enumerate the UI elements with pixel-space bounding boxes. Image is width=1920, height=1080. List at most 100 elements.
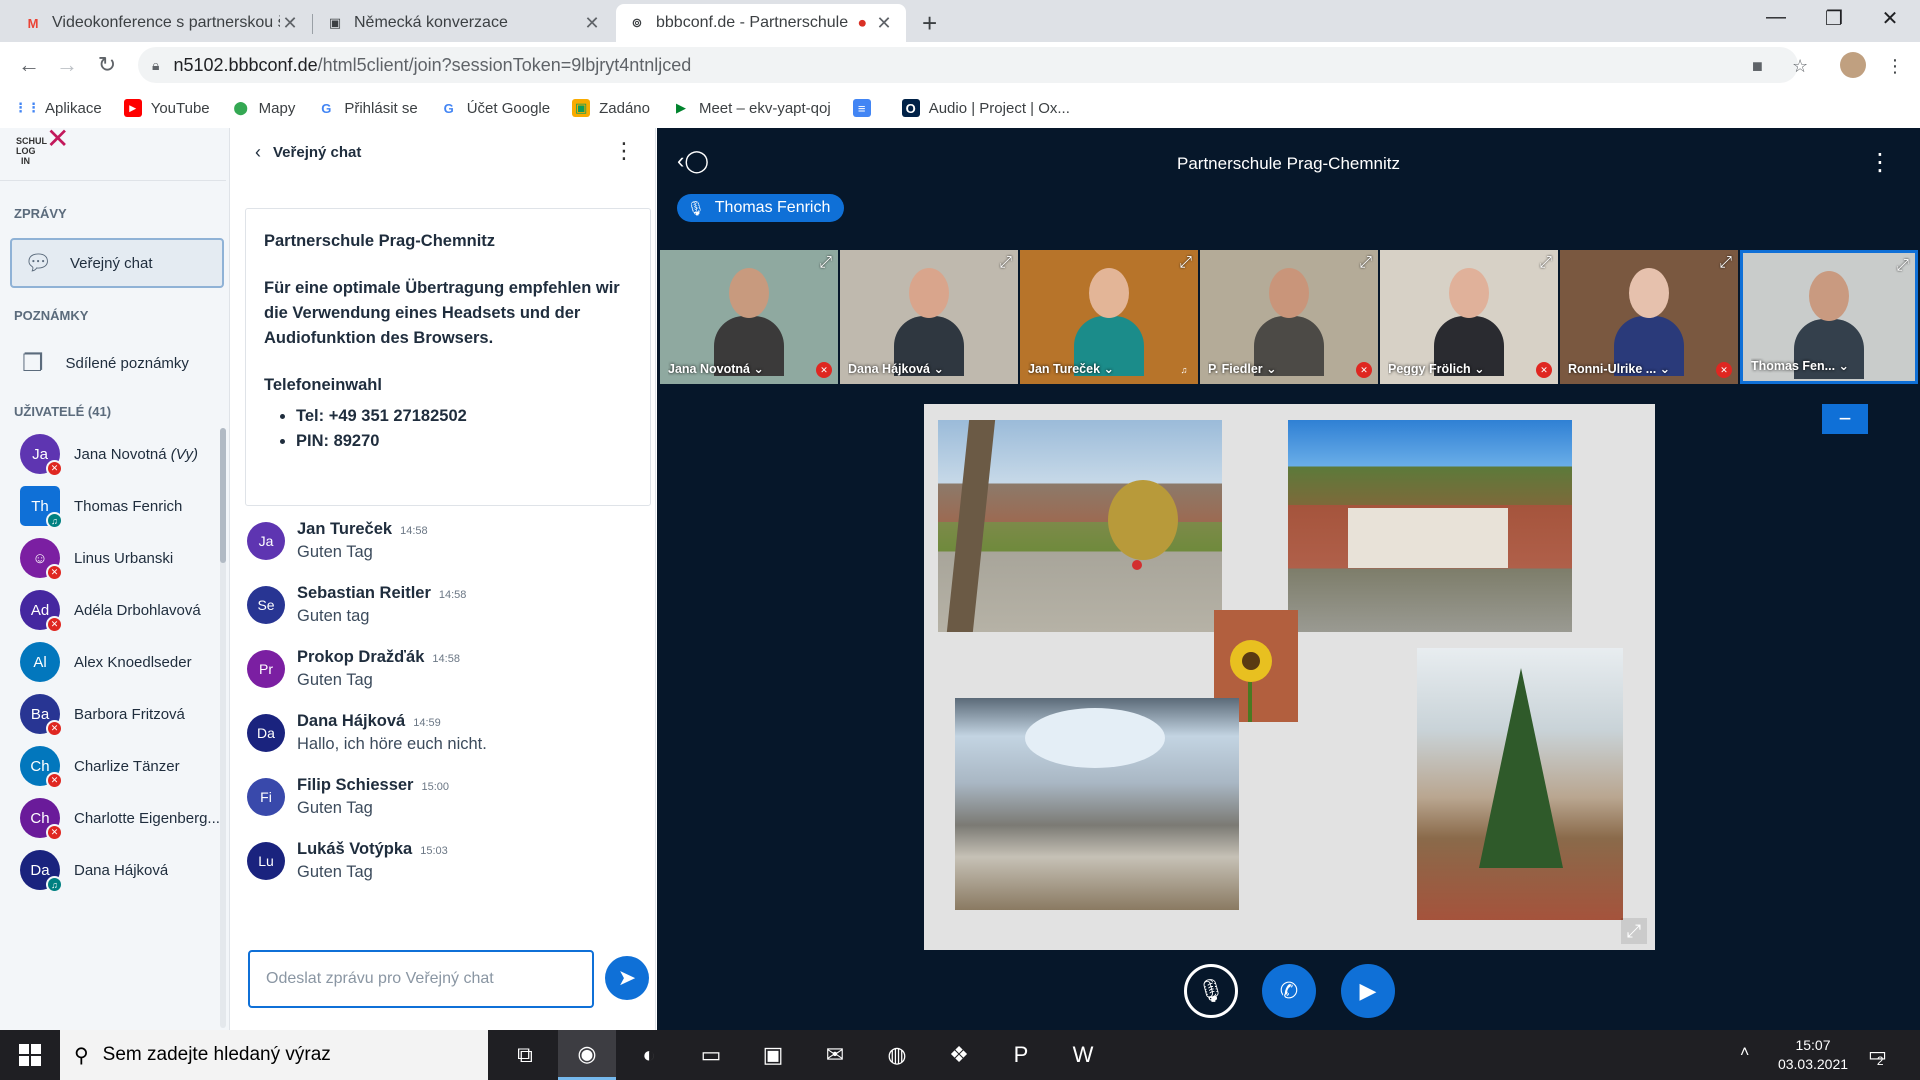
webcam-name[interactable]: Jana Novotná ⌄ [668, 361, 764, 376]
store-icon[interactable]: ▣ [744, 1030, 802, 1080]
tab-bbb[interactable]: ⊚ bbbconf.de - Partnerschule P ⏺ ✕ [616, 4, 906, 42]
dropbox-icon[interactable]: ❖ [930, 1030, 988, 1080]
expand-icon[interactable]: ⤢ [1359, 254, 1372, 272]
user-list-scrollbar[interactable] [220, 428, 226, 1028]
participant-figure [1794, 271, 1864, 379]
google-icon: G [443, 100, 454, 116]
bookmark-google-account[interactable]: G Účet Google [440, 99, 550, 117]
apps-grid-icon: ⋮⋮ [14, 100, 40, 115]
webcam-name[interactable]: Jan Tureček ⌄ [1028, 361, 1114, 376]
media-area: ‹◯ Partnerschule Prag-Chemnitz ⋮ 🎙︎ Thom… [657, 128, 1920, 1030]
webcam-name[interactable]: P. Fiedler ⌄ [1208, 361, 1277, 376]
phone-heading: Telefoneinwahl [264, 376, 382, 394]
word-icon[interactable]: W [1054, 1030, 1112, 1080]
message-body: Jan Tureček 14:58 Guten Tag [297, 520, 428, 580]
tab-title: Videokonference s partnerskou š [52, 14, 280, 31]
options-menu-icon[interactable]: ⋮ [1868, 148, 1892, 177]
bookmark-meet[interactable]: ▶ Meet – ekv-yapt-qoj [672, 99, 831, 117]
tab-gmail[interactable]: M Videokonference s partnerskou š ✕ [12, 4, 312, 42]
chat-options-icon[interactable]: ⋮ [613, 138, 635, 164]
user-list-item[interactable]: Ch ✕ Charlize Tänzer [0, 740, 222, 792]
bookmark-oxford[interactable]: O Audio | Project | Ox... [901, 99, 1070, 117]
user-list-item[interactable]: ☺ ✕ Linus Urbanski [0, 532, 222, 584]
user-name: Adéla Drbohlavová [74, 602, 201, 619]
start-button[interactable] [0, 1030, 60, 1080]
webcam-tile[interactable]: ⤢ Peggy Frölich ⌄ ✕ [1380, 250, 1558, 384]
window-close-icon[interactable]: ✕ [1870, 6, 1910, 31]
webcam-tile[interactable]: ⤢ Thomas Fen... ⌄ [1740, 250, 1918, 384]
mail-icon[interactable]: ✉ [806, 1030, 864, 1080]
user-list-item[interactable]: Da ♫ Dana Hájková [0, 844, 222, 896]
firefox-icon[interactable]: ◍ [868, 1030, 926, 1080]
shared-notes-item[interactable]: ❐ Sdílené poznámky [10, 338, 224, 388]
address-bar[interactable]: 🔒︎ n5102.bbbconf.de/html5client/join?ses… [138, 47, 1798, 83]
bookmark-assigned[interactable]: ▣ Zadáno [572, 99, 650, 117]
expand-icon[interactable]: ⤢ [1719, 254, 1732, 272]
scrollbar-thumb[interactable] [220, 428, 226, 563]
user-list-item[interactable]: Th ♫ Thomas Fenrich [0, 480, 222, 532]
bookmark-maps[interactable]: ⬤ Mapy [232, 99, 295, 117]
leave-audio-button[interactable]: ✆ [1262, 964, 1316, 1018]
webcam-tile[interactable]: ⤢ P. Fiedler ⌄ ✕ [1200, 250, 1378, 384]
expand-icon[interactable]: ⤢ [1179, 254, 1192, 272]
send-button[interactable]: ➤ [605, 956, 649, 1000]
chevron-up-icon[interactable]: ˄ [1740, 1044, 1749, 1062]
talking-indicator[interactable]: 🎙︎ Thomas Fenrich [677, 194, 845, 222]
profile-avatar[interactable] [1840, 52, 1866, 78]
restore-icon[interactable]: ❐ [1814, 6, 1854, 31]
bookmark-sign-in[interactable]: G Přihlásit se [317, 99, 417, 117]
powerpoint-icon[interactable]: P [992, 1030, 1050, 1080]
task-view-icon[interactable]: ⧉ [496, 1030, 554, 1080]
new-tab-icon[interactable]: + [922, 8, 937, 39]
user-list-item[interactable]: Al Alex Knoedlseder [0, 636, 222, 688]
bookmark-star-icon[interactable]: ☆ [1792, 56, 1808, 77]
user-list-item[interactable]: Ja ✕ Jana Novotná (Vy) [0, 428, 222, 480]
close-icon[interactable]: ✕ [874, 13, 894, 34]
minimize-icon[interactable]: — [1756, 6, 1796, 29]
message-time: 14:58 [432, 653, 460, 665]
avatar-initials: Da [257, 725, 275, 741]
webcam-name[interactable]: Ronni-Ulrike ... ⌄ [1568, 361, 1670, 376]
public-chat-item[interactable]: 💬︎ Veřejný chat [10, 238, 224, 288]
reload-icon[interactable]: ↻ [92, 50, 122, 80]
bookmark-docs[interactable]: ≡ [852, 99, 880, 117]
chrome-icon[interactable]: ◉ [558, 1030, 616, 1080]
chat-message-input[interactable] [248, 950, 594, 1008]
webcam-tile[interactable]: ⤢ Jan Tureček ⌄ ♫ [1020, 250, 1198, 384]
notification-icon[interactable]: ▭2 [1868, 1042, 1894, 1068]
expand-icon[interactable]: ⤢ [819, 254, 832, 272]
participant-figure [714, 268, 784, 376]
webcam-tile[interactable]: ⤢ Jana Novotná ⌄ ✕ [660, 250, 838, 384]
webcam-name[interactable]: Thomas Fen... ⌄ [1751, 358, 1849, 373]
close-icon[interactable]: ✕ [582, 13, 602, 34]
forward-icon[interactable]: → [52, 50, 82, 80]
expand-icon[interactable]: ⤢ [1539, 254, 1552, 272]
taskbar-clock[interactable]: 15:07 03.03.2021 [1768, 1036, 1858, 1074]
back-icon[interactable]: ← [14, 50, 44, 80]
tab-classroom[interactable]: ▣ Německá konverzace ✕ [314, 4, 614, 42]
webcam-name[interactable]: Peggy Frölich ⌄ [1388, 361, 1485, 376]
file-explorer-icon[interactable]: ▭ [682, 1030, 740, 1080]
webcam-tile[interactable]: ⤢ Dana Hájková ⌄ [840, 250, 1018, 384]
mute-button[interactable]: 🎙︎ [1184, 964, 1238, 1018]
camera-icon[interactable]: ■ [1752, 56, 1763, 77]
user-list-item[interactable]: Ba ✕ Barbora Fritzová [0, 688, 222, 740]
fullscreen-icon[interactable]: ⤢ [1621, 918, 1647, 944]
edge-icon[interactable]: ◐ [620, 1030, 678, 1080]
bookmark-youtube[interactable]: ▶ YouTube [123, 99, 210, 117]
webcam-name[interactable]: Dana Hájková ⌄ [848, 361, 944, 376]
bookmark-apps[interactable]: ⋮⋮ Aplikace [14, 99, 102, 117]
expand-icon[interactable]: ⤢ [1896, 257, 1909, 275]
user-name: Barbora Fritzová [74, 706, 185, 723]
chat-header-back[interactable]: ‹ Veřejný chat [255, 142, 361, 163]
taskbar-search[interactable]: ⚲ Sem zadejte hledaný výraz [60, 1030, 488, 1080]
minimize-presentation-button[interactable]: − [1822, 404, 1868, 434]
share-webcam-button[interactable]: ▶ [1341, 964, 1395, 1018]
participant-head [729, 268, 769, 318]
expand-icon[interactable]: ⤢ [999, 254, 1012, 272]
webcam-tile[interactable]: ⤢ Ronni-Ulrike ... ⌄ ✕ [1560, 250, 1738, 384]
browser-menu-icon[interactable]: ⋮ [1886, 56, 1904, 77]
user-list-item[interactable]: Ad ✕ Adéla Drbohlavová [0, 584, 222, 636]
close-icon[interactable]: ✕ [280, 13, 300, 34]
user-list-item[interactable]: Ch ✕ Charlotte Eigenberg... [0, 792, 222, 844]
